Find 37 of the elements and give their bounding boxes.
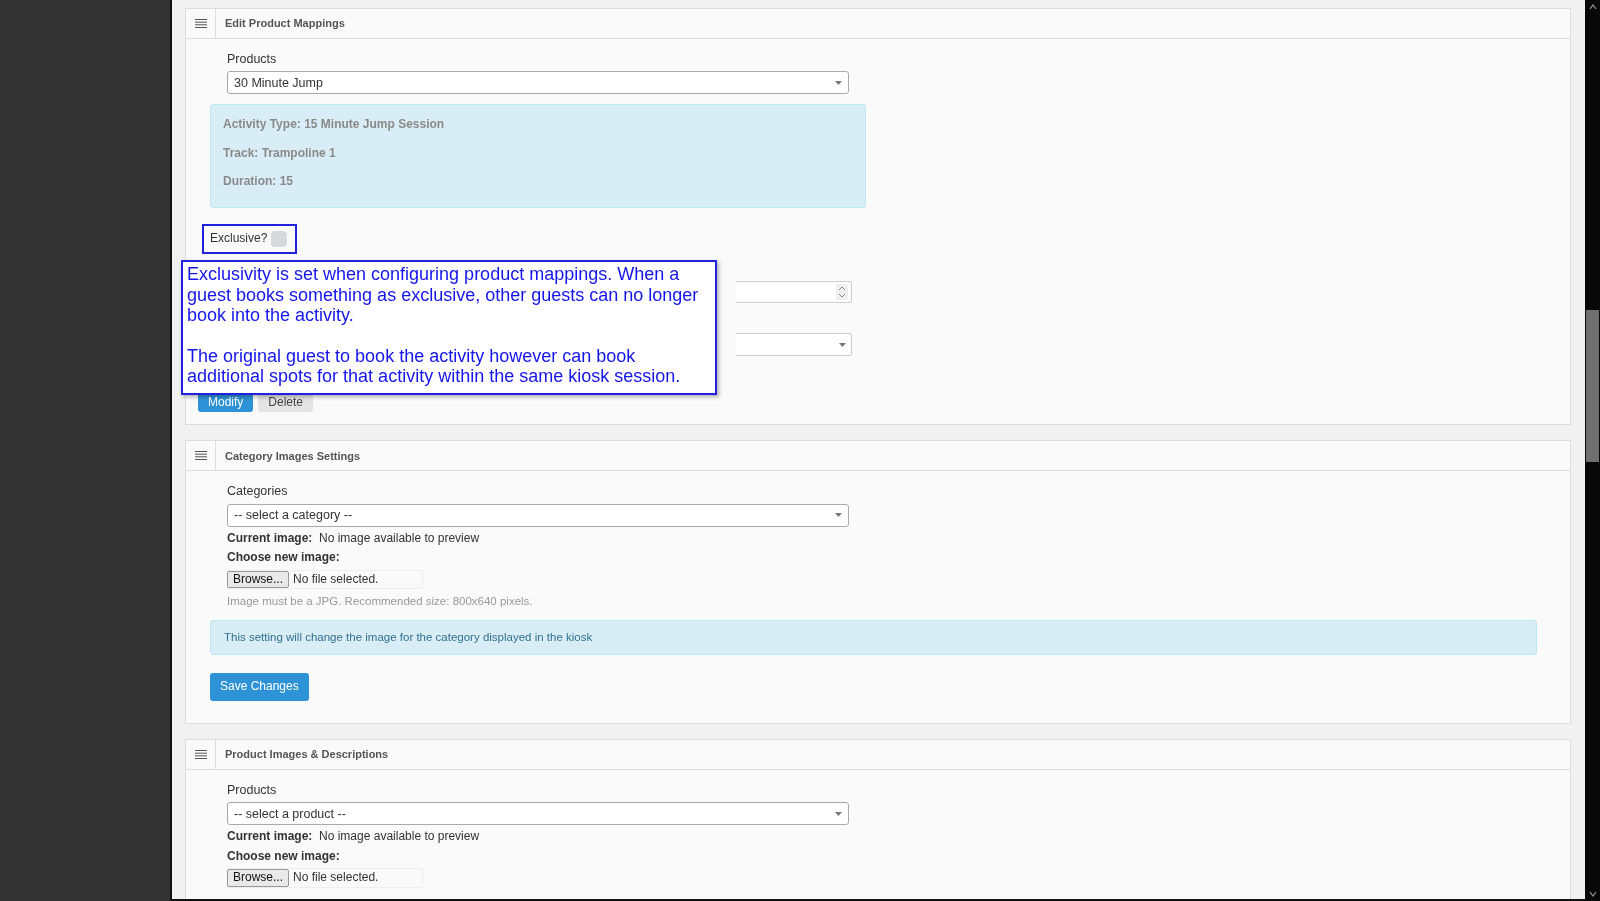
- menu-icon[interactable]: [194, 749, 207, 759]
- scroll-down-icon[interactable]: [1588, 891, 1597, 897]
- info-text: Activity Type: 15 Minute Jump Session: [223, 117, 446, 133]
- dropdown-caret-icon: [835, 513, 842, 518]
- scrollbar-thumb[interactable]: [1586, 310, 1599, 462]
- dropdown-caret-icon: [835, 811, 842, 816]
- select-field[interactable]: -- select a product --: [227, 802, 849, 826]
- field-label: Choose new image:: [227, 848, 341, 865]
- panel-title: Product Images & Descriptions: [224, 747, 389, 762]
- panel-title: Category Images Settings: [224, 448, 361, 464]
- current-image-text: Current image: No image available to preview: [227, 530, 481, 547]
- current-image-text: Current image: No image available to preview: [227, 829, 481, 845]
- field-label: Products: [227, 781, 278, 799]
- spinner-arrows-icon[interactable]: [836, 284, 848, 301]
- menu-icon[interactable]: [194, 451, 207, 461]
- field-label: Categories: [227, 483, 289, 500]
- toggle-checkbox[interactable]: [271, 231, 288, 248]
- dropdown-caret-icon: [839, 342, 846, 347]
- number-field[interactable]: [736, 281, 852, 304]
- help-text: Image must be a JPG. Recommended size: 800x640 pixels.: [227, 594, 534, 610]
- file-input[interactable]: Browse... No file selected.: [227, 569, 423, 590]
- scrollbar[interactable]: [1585, 0, 1600, 901]
- panel-title: Edit Product Mappings: [224, 16, 345, 31]
- select-field[interactable]: 30 Minute Jump: [227, 71, 849, 95]
- dropdown-caret-icon: [835, 80, 842, 85]
- file-input[interactable]: Browse... No file selected.: [227, 868, 423, 888]
- menu-icon[interactable]: [194, 19, 207, 28]
- select-field[interactable]: -- select a category --: [227, 503, 849, 527]
- info-text: Track: Trampoline 1: [223, 145, 337, 162]
- scroll-up-icon[interactable]: [1588, 4, 1597, 10]
- checkbox-label: Exclusive?: [210, 231, 268, 247]
- field-label: Choose new image:: [227, 550, 341, 566]
- info-text: Duration: 15: [223, 174, 294, 191]
- annotation-text: Exclusivity is set when configuring product mappings. When a guest books something as exclusive, other guests can no longer book into the activity.: [187, 264, 700, 326]
- info-alert: This setting will change the image for the category displayed in the kiosk: [210, 620, 1537, 656]
- select-field[interactable]: [736, 333, 852, 357]
- field-label: Products: [227, 51, 278, 68]
